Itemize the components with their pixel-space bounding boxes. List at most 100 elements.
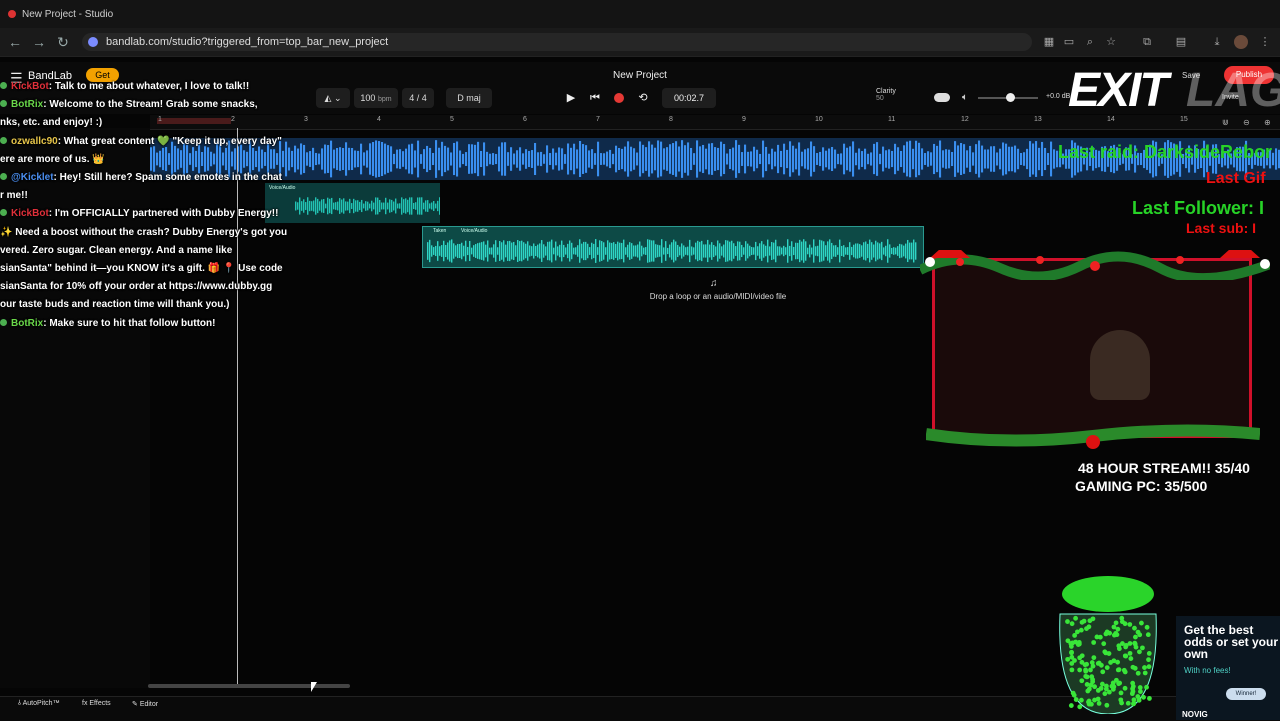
chat-text: our taste buds and reaction time will th… xyxy=(0,299,230,311)
zoom-out-icon[interactable]: ⊖ xyxy=(1243,118,1250,127)
last-follower-text: Last Follower: I xyxy=(1132,198,1265,218)
cast-icon[interactable]: ▭ xyxy=(1062,35,1076,49)
clip-3-name: Taken xyxy=(433,228,447,234)
ad-headline: Get the best odds or set your own xyxy=(1184,623,1279,661)
editor-button[interactable]: ✎ Editor xyxy=(132,700,158,708)
chat-badge-icon xyxy=(0,100,7,108)
chat-badge-icon xyxy=(0,209,7,217)
chat-text: : Welcome to the Stream! Grab some snack… xyxy=(43,99,258,111)
ruler-bar-number: 11 xyxy=(888,116,896,123)
download-icon[interactable]: ⤓ xyxy=(1210,35,1224,49)
ad-brand: NOVIG xyxy=(1182,710,1208,719)
zoom-in-icon[interactable]: ⊕ xyxy=(1264,118,1271,127)
gumball-jar-image xyxy=(1059,576,1157,714)
chat-username: BotRix xyxy=(11,99,44,111)
chat-text: sianSanta for 10% off your order at http… xyxy=(0,281,273,293)
ruler-bar-number: 6 xyxy=(523,116,527,123)
ruler-bar-number: 5 xyxy=(450,116,454,123)
last-gift-text: Last Gif xyxy=(1206,170,1266,187)
back-icon[interactable]: ← xyxy=(6,33,24,51)
record-icon[interactable] xyxy=(614,93,624,103)
exitlag-logo: EXIT LAG xyxy=(1068,64,1280,118)
reload-icon[interactable]: ↻ xyxy=(54,33,72,51)
ruler-bar-number: 12 xyxy=(961,116,969,123)
drop-zone-text[interactable]: Drop a loop or an audio/MIDI/video file xyxy=(600,292,836,301)
ruler-bar-number: 4 xyxy=(377,116,381,123)
chat-text: : I'm OFFICIALLY partnered with Dubby En… xyxy=(48,208,279,220)
ad-subtext: With no fees! xyxy=(1184,666,1231,675)
time-signature[interactable]: 4 / 4 xyxy=(402,88,434,108)
autopitch-button[interactable]: ⫰ AutoPitch™ xyxy=(18,700,60,708)
play-icon[interactable]: ▶ xyxy=(562,88,580,108)
pc-goal-text: GAMING PC: 35/500 xyxy=(1075,478,1208,494)
effects-button[interactable]: fx Effects xyxy=(82,700,111,707)
chat-message: KickBot: Talk to me about whatever, I lo… xyxy=(0,80,300,93)
browser-tab-bar xyxy=(0,0,1280,28)
tabs-icon[interactable]: ▦ xyxy=(1042,35,1056,49)
last-raid-text: Last raid: DarksideRebor xyxy=(1058,142,1273,162)
chat-badge-icon xyxy=(0,318,7,326)
site-info-icon[interactable] xyxy=(88,37,98,47)
recording-tab-icon xyxy=(8,10,16,18)
ruler-bar-number: 7 xyxy=(596,116,600,123)
bookmark-star-icon[interactable]: ☆ xyxy=(1104,35,1118,49)
music-note-icon: ♫ xyxy=(710,278,718,289)
chat-message: nks, etc. and enjoy! :) xyxy=(0,116,300,129)
track-3-waveform xyxy=(427,239,917,263)
ruler-bar-number: 9 xyxy=(742,116,746,123)
ad-winner-badge: Winner! xyxy=(1226,688,1266,700)
chat-message: BotRix: Make sure to hit that follow but… xyxy=(0,317,300,330)
sidepanel-icon[interactable]: ▤ xyxy=(1174,35,1188,49)
profile-avatar[interactable] xyxy=(1234,35,1248,49)
chat-message: @Kicklet: Hey! Still here? Spam some emo… xyxy=(0,171,300,184)
chat-message: BotRix: Welcome to the Stream! Grab some… xyxy=(0,98,300,111)
clarity-label: Clarity xyxy=(876,88,896,95)
stream-goal-text: 48 HOUR STREAM!! 35/40 xyxy=(1078,460,1250,476)
ruler-bar-number: 13 xyxy=(1034,116,1042,123)
clarity-toggle[interactable] xyxy=(934,93,950,102)
chat-message: our taste buds and reaction time will th… xyxy=(0,298,300,311)
zoom-icon[interactable]: ⌕ xyxy=(1083,35,1097,49)
url-field[interactable]: bandlab.com/studio?triggered_from=top_ba… xyxy=(82,33,1032,51)
metronome-button[interactable]: ◭ ⌄ xyxy=(316,88,350,108)
chat-text: : Make sure to hit that follow button! xyxy=(43,317,216,329)
chat-text: : Hey! Still here? Spam some emotes in t… xyxy=(53,172,282,183)
extensions-icon[interactable]: ⧉ xyxy=(1140,35,1154,49)
chat-message: ozwallc90: What great content 💚 "Keep it… xyxy=(0,135,300,148)
chat-text: : Talk to me about whatever, I love to t… xyxy=(48,81,250,92)
track-3-clip[interactable]: Taken Voice/Audio xyxy=(422,226,924,268)
browser-tab[interactable]: New Project - Studio xyxy=(8,4,158,24)
forward-icon[interactable]: → xyxy=(30,33,48,51)
effects-label: Effects xyxy=(89,700,111,707)
chat-text: ere are more of us. 👑 xyxy=(0,153,105,165)
project-title[interactable]: New Project xyxy=(560,70,720,81)
chat-text: : What great content 💚 "Keep it up, ever… xyxy=(57,135,282,147)
chat-badge-icon xyxy=(0,82,7,89)
chat-message: sianSanta" behind it—you KNOW it's a gif… xyxy=(0,262,300,275)
ruler-bar-number: 8 xyxy=(669,116,673,123)
chat-message: KickBot: I'm OFFICIALLY partnered with D… xyxy=(0,207,300,220)
key-selector[interactable]: D maj xyxy=(446,88,492,108)
tempo-value: 100 xyxy=(360,93,376,103)
chat-badge-icon xyxy=(0,136,7,144)
menu-kebab-icon[interactable]: ⋮ xyxy=(1258,35,1272,49)
novig-ad[interactable]: Get the best odds or set your own With n… xyxy=(1176,616,1280,720)
ruler-bar-number: 10 xyxy=(815,116,823,123)
tab-title: New Project - Studio xyxy=(22,8,114,20)
chat-text: sianSanta" behind it—you KNOW it's a gif… xyxy=(0,263,283,274)
skip-back-icon[interactable]: ⏮ xyxy=(586,88,604,108)
chat-text: nks, etc. and enjoy! :) xyxy=(0,117,103,129)
tempo-unit: bpm xyxy=(377,96,392,103)
speaker-icon[interactable]: 🔈︎ xyxy=(962,92,968,103)
master-volume-knob[interactable] xyxy=(1006,93,1015,102)
loop-icon[interactable]: ⟲ xyxy=(634,88,652,108)
chat-text: ✨ Need a boost without the crash? Dubby … xyxy=(0,226,288,238)
clarity-control[interactable]: Clarity 50 xyxy=(876,88,926,102)
chat-message: vered. Zero sugar. Clean energy. And a n… xyxy=(0,244,300,257)
horizontal-scrollbar[interactable] xyxy=(148,684,350,688)
snap-icon[interactable]: ⋓ xyxy=(1222,118,1229,127)
logo-lag-text: LAG xyxy=(1186,64,1280,117)
autopitch-label: AutoPitch™ xyxy=(22,700,60,707)
last-sub-text: Last sub: I xyxy=(1186,220,1257,236)
tempo-field[interactable]: 100 bpm xyxy=(354,88,398,108)
